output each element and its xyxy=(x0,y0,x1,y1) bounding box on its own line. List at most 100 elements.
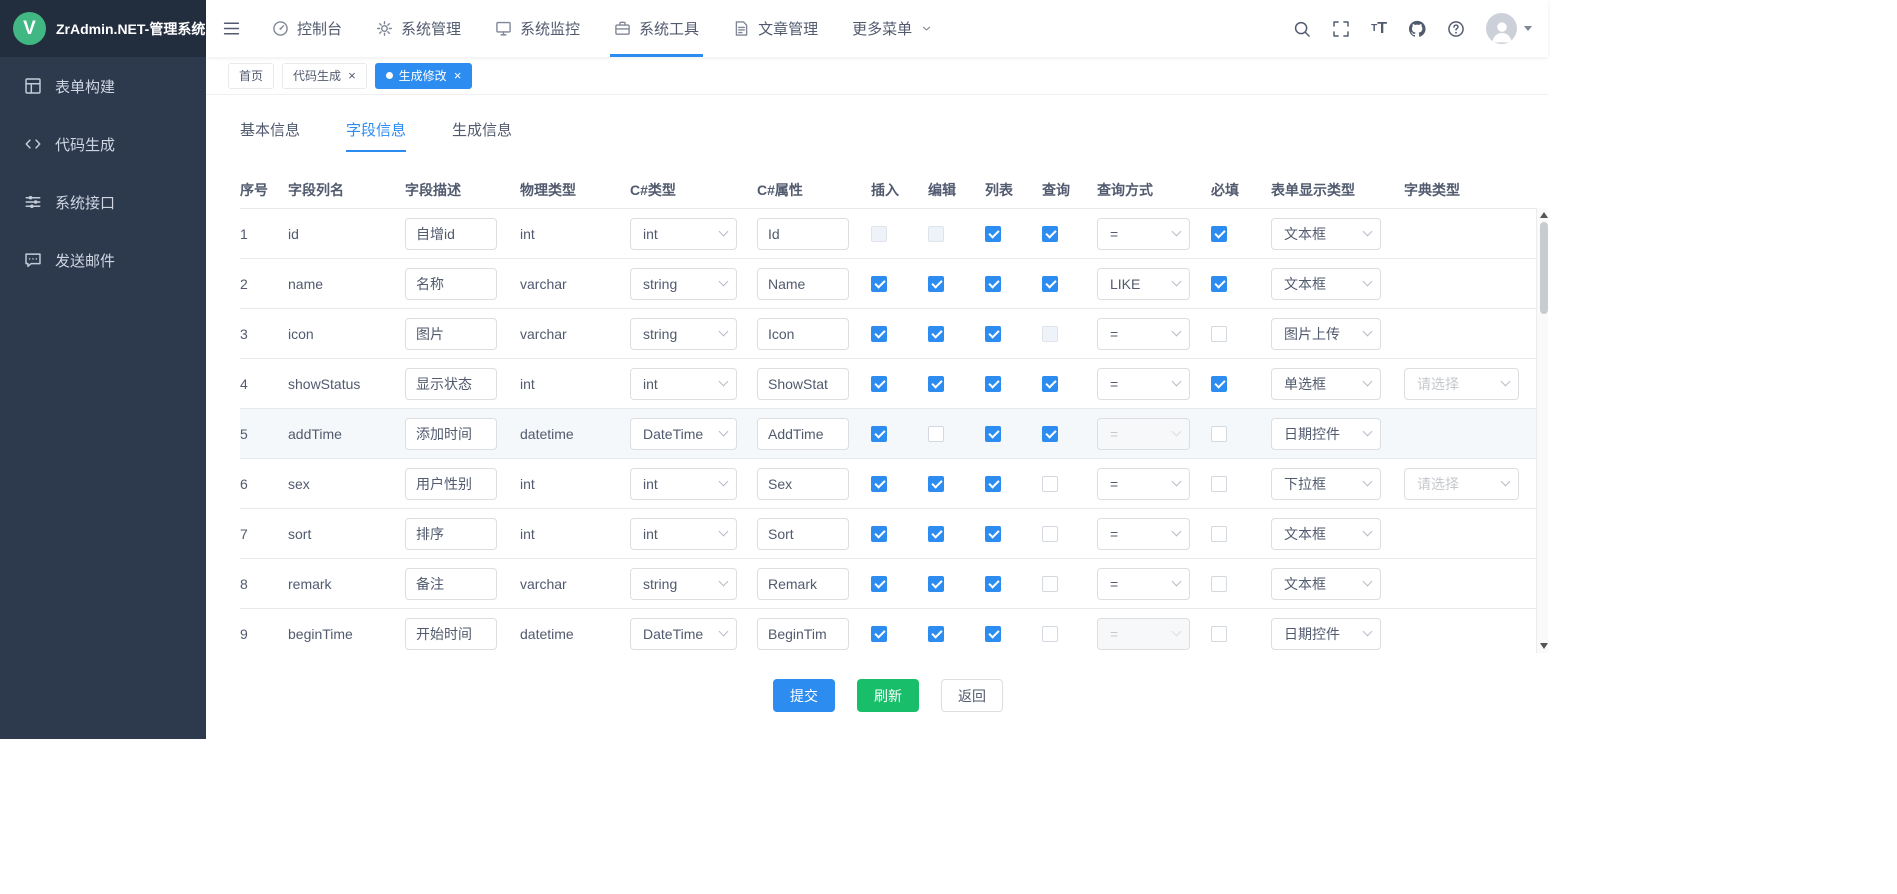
field-desc-input[interactable] xyxy=(405,218,497,250)
scroll-thumb[interactable] xyxy=(1540,222,1548,314)
cs-property-input[interactable] xyxy=(757,268,849,300)
insert-checkbox[interactable] xyxy=(871,426,887,442)
dict-type-select[interactable]: 请选择 xyxy=(1404,468,1519,500)
tag-close-icon[interactable]: × xyxy=(454,69,462,82)
cs-type-select[interactable]: int xyxy=(630,218,737,250)
sidebar-collapse-icon[interactable] xyxy=(222,19,241,38)
required-checkbox[interactable] xyxy=(1211,526,1227,542)
back-button[interactable]: 返回 xyxy=(941,679,1003,712)
query-type-select[interactable]: = xyxy=(1097,468,1190,500)
tag-code-gen[interactable]: 代码生成× xyxy=(282,63,367,89)
cs-property-input[interactable] xyxy=(757,468,849,500)
query-checkbox[interactable] xyxy=(1042,626,1058,642)
display-type-select[interactable]: 图片上传 xyxy=(1271,318,1381,350)
query-checkbox[interactable] xyxy=(1042,376,1058,392)
display-type-select[interactable]: 日期控件 xyxy=(1271,618,1381,650)
query-checkbox[interactable] xyxy=(1042,526,1058,542)
display-type-select[interactable]: 文本框 xyxy=(1271,568,1381,600)
user-avatar[interactable] xyxy=(1486,13,1532,44)
required-checkbox[interactable] xyxy=(1211,276,1227,292)
cs-type-select[interactable]: string xyxy=(630,268,737,300)
sidebar-item-system-api[interactable]: 系统接口 xyxy=(0,173,206,231)
submit-button[interactable]: 提交 xyxy=(773,679,835,712)
fullscreen-icon[interactable] xyxy=(1332,20,1350,38)
query-checkbox[interactable] xyxy=(1042,576,1058,592)
scroll-up-arrow-icon[interactable] xyxy=(1540,212,1548,218)
query-type-select[interactable]: = xyxy=(1097,218,1190,250)
tag-gen-edit[interactable]: 生成修改× xyxy=(375,63,473,89)
cs-type-select[interactable]: int xyxy=(630,468,737,500)
table-scrollbar[interactable] xyxy=(1536,208,1548,653)
list-checkbox[interactable] xyxy=(985,526,1001,542)
dict-type-select[interactable]: 请选择 xyxy=(1404,368,1519,400)
query-checkbox[interactable] xyxy=(1042,426,1058,442)
sidebar-item-form-build[interactable]: 表单构建 xyxy=(0,57,206,115)
list-checkbox[interactable] xyxy=(985,576,1001,592)
query-type-select[interactable]: = xyxy=(1097,318,1190,350)
required-checkbox[interactable] xyxy=(1211,626,1227,642)
top-menu-system-tools[interactable]: 系统工具 xyxy=(597,0,716,57)
font-size-icon[interactable]: TT xyxy=(1371,21,1387,37)
tab-gen-info[interactable]: 生成信息 xyxy=(452,119,512,152)
cs-type-select[interactable]: string xyxy=(630,318,737,350)
insert-checkbox[interactable] xyxy=(871,626,887,642)
required-checkbox[interactable] xyxy=(1211,326,1227,342)
top-menu-article-admin[interactable]: 文章管理 xyxy=(716,0,835,57)
query-type-select[interactable]: = xyxy=(1097,568,1190,600)
cs-property-input[interactable] xyxy=(757,618,849,650)
required-checkbox[interactable] xyxy=(1211,476,1227,492)
insert-checkbox[interactable] xyxy=(871,326,887,342)
edit-checkbox[interactable] xyxy=(928,276,944,292)
required-checkbox[interactable] xyxy=(1211,426,1227,442)
insert-checkbox[interactable] xyxy=(871,576,887,592)
tab-field-info[interactable]: 字段信息 xyxy=(346,119,406,152)
cs-property-input[interactable] xyxy=(757,318,849,350)
query-type-select[interactable]: LIKE xyxy=(1097,268,1190,300)
tab-basic-info[interactable]: 基本信息 xyxy=(240,119,300,152)
display-type-select[interactable]: 文本框 xyxy=(1271,268,1381,300)
tag-close-icon[interactable]: × xyxy=(348,69,356,82)
edit-checkbox[interactable] xyxy=(928,576,944,592)
scroll-down-arrow-icon[interactable] xyxy=(1540,643,1548,649)
required-checkbox[interactable] xyxy=(1211,376,1227,392)
edit-checkbox[interactable] xyxy=(928,526,944,542)
insert-checkbox[interactable] xyxy=(871,526,887,542)
field-desc-input[interactable] xyxy=(405,368,497,400)
display-type-select[interactable]: 单选框 xyxy=(1271,368,1381,400)
insert-checkbox[interactable] xyxy=(871,476,887,492)
list-checkbox[interactable] xyxy=(985,226,1001,242)
refresh-button[interactable]: 刷新 xyxy=(857,679,919,712)
field-desc-input[interactable] xyxy=(405,468,497,500)
top-menu-dashboard[interactable]: 控制台 xyxy=(255,0,359,57)
list-checkbox[interactable] xyxy=(985,326,1001,342)
field-desc-input[interactable] xyxy=(405,568,497,600)
display-type-select[interactable]: 文本框 xyxy=(1271,218,1381,250)
cs-type-select[interactable]: DateTime xyxy=(630,418,737,450)
field-desc-input[interactable] xyxy=(405,618,497,650)
list-checkbox[interactable] xyxy=(985,426,1001,442)
cs-type-select[interactable]: string xyxy=(630,568,737,600)
field-desc-input[interactable] xyxy=(405,518,497,550)
query-type-select[interactable]: = xyxy=(1097,518,1190,550)
list-checkbox[interactable] xyxy=(985,626,1001,642)
edit-checkbox[interactable] xyxy=(928,476,944,492)
cs-property-input[interactable] xyxy=(757,518,849,550)
sidebar-item-code-gen[interactable]: 代码生成 xyxy=(0,115,206,173)
tag-home[interactable]: 首页 xyxy=(228,63,274,89)
sidebar-item-send-mail[interactable]: 发送邮件 xyxy=(0,231,206,289)
search-icon[interactable] xyxy=(1293,20,1311,38)
field-desc-input[interactable] xyxy=(405,418,497,450)
help-icon[interactable] xyxy=(1447,20,1465,38)
cs-property-input[interactable] xyxy=(757,568,849,600)
edit-checkbox[interactable] xyxy=(928,426,944,442)
top-menu-system-admin[interactable]: 系统管理 xyxy=(359,0,478,57)
list-checkbox[interactable] xyxy=(985,376,1001,392)
display-type-select[interactable]: 日期控件 xyxy=(1271,418,1381,450)
query-checkbox[interactable] xyxy=(1042,476,1058,492)
required-checkbox[interactable] xyxy=(1211,576,1227,592)
edit-checkbox[interactable] xyxy=(928,326,944,342)
cs-property-input[interactable] xyxy=(757,218,849,250)
top-menu-more-menu[interactable]: 更多菜单 xyxy=(835,0,950,57)
cs-property-input[interactable] xyxy=(757,418,849,450)
required-checkbox[interactable] xyxy=(1211,226,1227,242)
